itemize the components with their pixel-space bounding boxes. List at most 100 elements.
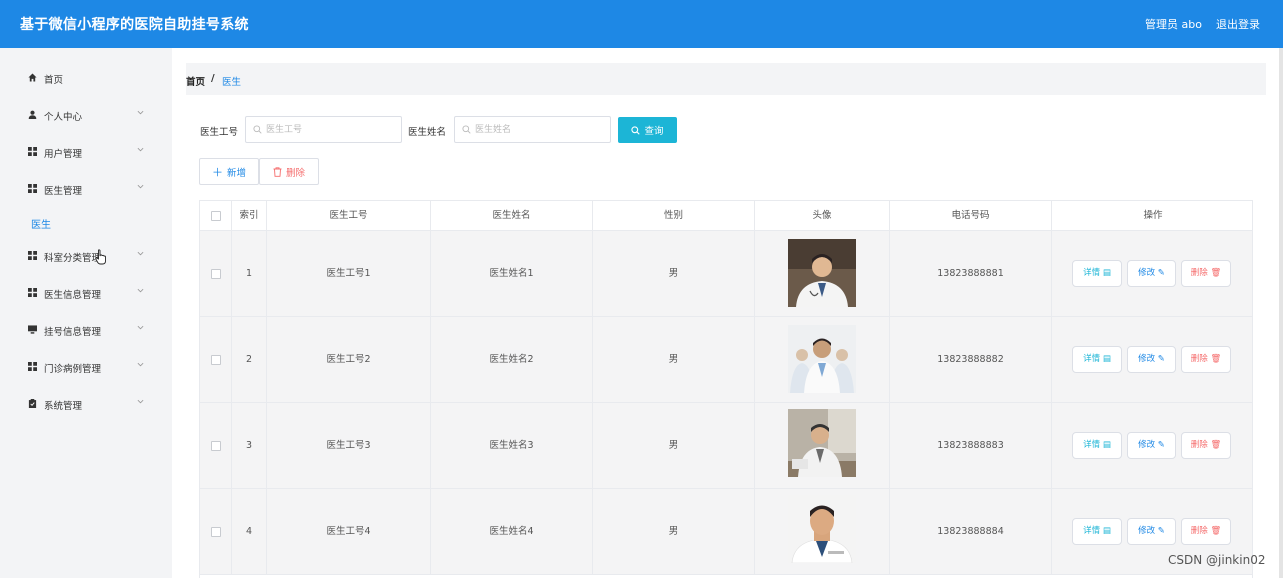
sidebar-item-registration[interactable]: 挂号信息管理 [0,315,172,345]
doctor-id-field[interactable] [245,116,402,143]
row-checkbox[interactable] [211,355,221,365]
logout-link[interactable]: 退出登录 [1216,16,1260,32]
pencil-icon: ✎ [1157,440,1165,450]
doctor-avatar[interactable] [788,239,856,307]
pencil-icon: ✎ [1157,526,1165,536]
sidebar-item-home[interactable]: 首页 [0,63,172,93]
sidebar-item-department[interactable]: 科室分类管理 [0,241,172,271]
detail-button[interactable]: 详情 ▤ [1072,260,1122,287]
grid-icon [28,184,37,193]
detail-button[interactable]: 详情 ▤ [1072,432,1122,459]
delete-label: 删除 [1190,440,1208,450]
grid-icon [28,147,37,156]
sidebar-item-label: 医生管理 [44,186,83,197]
edit-label: 修改 [1138,440,1156,450]
detail-button[interactable]: 详情 ▤ [1072,346,1122,373]
doctor-avatar[interactable] [788,409,856,477]
detail-button[interactable]: 详情 ▤ [1072,518,1122,545]
main-content: 首页 / 医生 医生工号 医生姓名 查询 ＋ 新增 删除 索引 医生工号 医生姓… [172,48,1283,578]
select-all-cell [200,201,232,231]
breadcrumb-current: 医生 [222,77,242,88]
table-row: 1 医生工号1 医生姓名1 男 13823888881 详情 ▤ 修改 ✎ 删除… [200,231,1252,317]
delete-button[interactable]: 删除 🗑 [1181,432,1231,459]
batch-delete-button[interactable]: 删除 [259,158,319,185]
document-icon: ▤ [1102,268,1111,278]
sidebar-item-outpatient[interactable]: 门诊病例管理 [0,352,172,382]
grid-icon [28,288,37,297]
doctor-id-input[interactable] [266,122,396,138]
column-header: 电话号码 [890,201,1052,231]
monitor-icon [28,325,37,334]
column-header: 索引 [232,201,267,231]
document-icon: ▤ [1102,440,1111,450]
delete-button[interactable]: 删除 🗑 [1181,518,1231,545]
gender-cell: 男 [593,231,755,316]
index-cell: 3 [232,403,267,488]
sidebar-item-label: 科室分类管理 [44,253,102,264]
edit-label: 修改 [1138,526,1156,536]
edit-label: 修改 [1138,268,1156,278]
delete-label: 删除 [1190,526,1208,536]
column-header: 操作 [1143,210,1163,221]
delete-button[interactable]: 删除 🗑 [1181,346,1231,373]
document-icon: ▤ [1102,354,1111,364]
row-select-cell [200,403,232,488]
sidebar-item-system[interactable]: 系统管理 [0,389,172,419]
grid-icon [28,251,37,260]
doctor-id-cell: 医生工号3 [267,403,431,488]
plus-icon: ＋ [211,165,223,179]
doctor-name-cell: 医生姓名3 [431,403,593,488]
add-button[interactable]: ＋ 新增 [199,158,259,185]
sidebar-item-label: 挂号信息管理 [44,327,102,338]
breadcrumb-home[interactable]: 首页 [186,74,205,88]
sidebar-item-personal[interactable]: 个人中心 [0,100,172,130]
column-header: 医生姓名 [431,201,593,231]
sidebar: 首页 个人中心 用户管理 医生管理 医生 科室分类管理 医生信息管理 挂号信息管… [0,48,172,578]
row-select-cell [200,489,232,574]
top-header: 基于微信小程序的医院自助挂号系统 管理员 abo 退出登录 [0,0,1283,48]
row-checkbox[interactable] [211,441,221,451]
search-icon [253,125,262,134]
gender-cell: 男 [593,317,755,402]
row-checkbox[interactable] [211,527,221,537]
current-user[interactable]: 管理员 abo [1145,16,1202,32]
doctor-name-cell: 医生姓名2 [431,317,593,402]
breadcrumb: 首页 / 医生 [186,63,1266,95]
trash-icon [273,166,282,177]
sidebar-item-doctor-info[interactable]: 医生信息管理 [0,278,172,308]
phone-cell: 13823888883 [890,403,1052,488]
edit-button[interactable]: 修改 ✎ [1127,260,1176,287]
query-button[interactable]: 查询 [618,117,677,143]
doctor-name-input[interactable] [475,122,605,138]
sidebar-item-users[interactable]: 用户管理 [0,137,172,167]
doctor-name-field[interactable] [454,116,611,143]
chevron-down-icon [137,251,144,256]
sidebar-item-doctors[interactable]: 医生管理 [0,174,172,204]
sidebar-item-label: 个人中心 [44,112,83,123]
sidebar-subitem-doctor[interactable]: 医生 [31,216,51,231]
chevron-down-icon [137,399,144,404]
breadcrumb-separator: / [211,73,215,84]
delete-label: 删除 [1190,354,1208,364]
row-checkbox[interactable] [211,269,221,279]
doctor-id-cell: 医生工号4 [267,489,431,574]
detail-label: 详情 [1083,440,1101,450]
phone-cell: 13823888884 [890,489,1052,574]
chevron-down-icon [137,325,144,330]
page-scrollbar[interactable] [1279,48,1283,578]
edit-button[interactable]: 修改 ✎ [1127,346,1176,373]
pencil-icon: ✎ [1157,354,1165,364]
edit-button[interactable]: 修改 ✎ [1127,518,1176,545]
add-button-label: 新增 [226,167,246,179]
app-title: 基于微信小程序的医院自助挂号系统 [20,17,249,33]
select-all-checkbox[interactable] [211,211,221,221]
document-icon: ▤ [1102,526,1111,536]
delete-button[interactable]: 删除 🗑 [1181,260,1231,287]
chevron-down-icon [137,147,144,152]
detail-label: 详情 [1083,268,1101,278]
chevron-down-icon [137,362,144,367]
doctor-avatar[interactable] [788,495,856,563]
edit-button[interactable]: 修改 ✎ [1127,432,1176,459]
doctor-avatar[interactable] [788,325,856,393]
sidebar-item-label: 医生信息管理 [44,290,102,301]
